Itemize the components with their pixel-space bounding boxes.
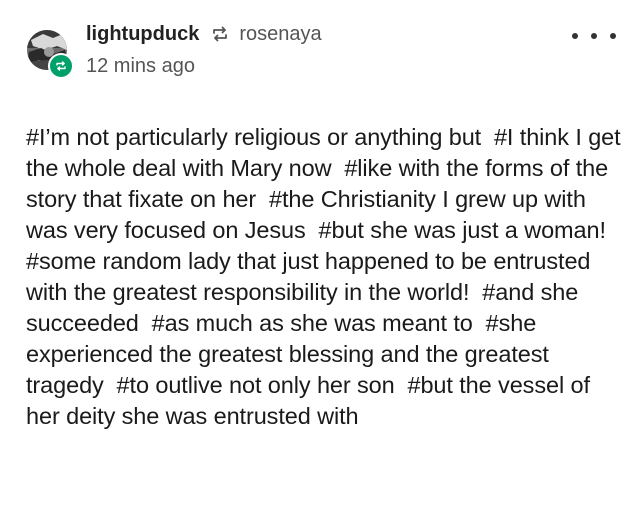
tag-list: #I’m not particularly religious or anyth…	[26, 122, 626, 432]
avatar[interactable]	[27, 30, 74, 79]
more-options-button[interactable]	[572, 26, 616, 46]
reblog-badge	[48, 53, 74, 79]
post: lightupduck rosenaya 12 mins ago #I’m no…	[0, 0, 640, 518]
timestamp[interactable]: 12 mins ago	[86, 52, 195, 80]
post-header: lightupduck rosenaya 12 mins ago	[0, 0, 640, 100]
reblog-icon	[211, 25, 229, 43]
tag[interactable]: #I’m not particularly religious or anyth…	[26, 124, 481, 150]
post-attribution: lightupduck rosenaya	[86, 20, 322, 48]
tag[interactable]: #but she was just a woman!	[319, 217, 606, 243]
more-horizontal-icon	[591, 33, 597, 39]
source-name[interactable]: rosenaya	[239, 20, 321, 48]
tag[interactable]: #to outlive not only her son	[117, 372, 395, 398]
reblog-badge-icon	[56, 61, 66, 71]
author-name[interactable]: lightupduck	[86, 20, 199, 48]
more-horizontal-icon	[610, 33, 616, 39]
tag[interactable]: #as much as she was meant to	[152, 310, 473, 336]
more-horizontal-icon	[572, 33, 578, 39]
